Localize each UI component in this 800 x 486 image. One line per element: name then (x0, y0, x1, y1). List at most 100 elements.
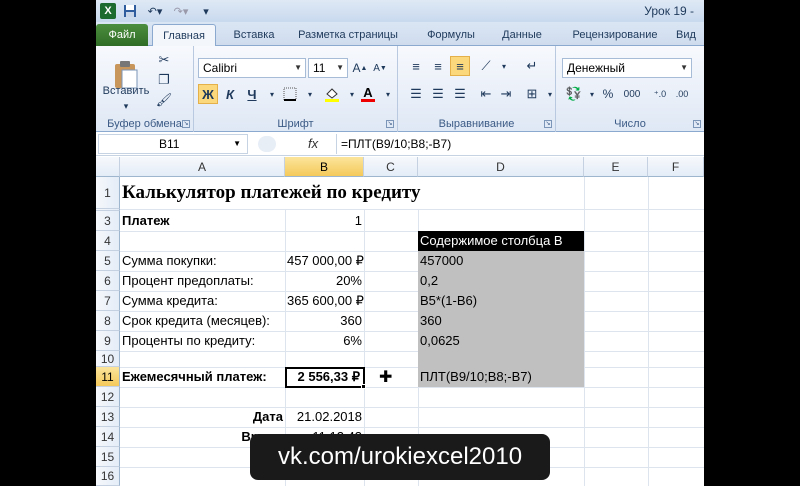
cell-a11[interactable]: Ежемесячный платеж: (120, 367, 269, 387)
name-box[interactable]: B11 ▼ (98, 134, 248, 154)
number-dialog-launcher-icon[interactable]: ↘ (693, 120, 701, 128)
underline-dropdown-icon[interactable]: ▾ (262, 84, 282, 104)
cell-d6[interactable]: 0,2 (418, 271, 440, 291)
orientation-icon[interactable]: ⟋ (476, 56, 496, 76)
bold-button[interactable]: Ж (198, 84, 218, 104)
borders-icon[interactable] (280, 84, 300, 104)
grow-font-icon[interactable]: A ▲ (350, 58, 370, 78)
cell-a7[interactable]: Сумма кредита: (120, 291, 220, 311)
cell-b9[interactable]: 6% (285, 331, 364, 351)
tab-insert[interactable]: Вставка (224, 24, 284, 46)
cell-b8[interactable]: 360 (285, 311, 364, 331)
column-header-a[interactable]: A (120, 157, 285, 177)
insert-function-button[interactable]: fx (308, 136, 318, 151)
row-header-12[interactable]: 12 (96, 387, 120, 407)
tab-page-layout[interactable]: Разметка страницы (290, 24, 406, 46)
increase-indent-icon[interactable]: ⇥ (496, 84, 516, 104)
row-header-11[interactable]: 11 (96, 367, 120, 387)
font-dialog-launcher-icon[interactable]: ↘ (386, 120, 394, 128)
cell-d5[interactable]: 457000 (418, 251, 465, 271)
cell-b13[interactable]: 21.02.2018 (285, 407, 364, 427)
cell-a3[interactable]: Платеж (120, 211, 171, 231)
tab-file[interactable]: Файл (96, 24, 148, 46)
row-header-7[interactable]: 7 (96, 291, 120, 311)
formula-input[interactable]: =ПЛТ(B9/10;B8;-B7) (336, 134, 702, 154)
underline-button[interactable]: Ч (242, 84, 262, 104)
alignment-dialog-launcher-icon[interactable]: ↘ (544, 120, 552, 128)
format-painter-icon[interactable]: 🖌 (154, 90, 174, 110)
row-header-4[interactable]: 4 (96, 231, 120, 251)
column-header-e[interactable]: E (584, 157, 648, 177)
shrink-font-icon[interactable]: A ▼ (370, 58, 390, 78)
font-color-dropdown-icon[interactable]: ▾ (378, 84, 398, 104)
align-middle-icon[interactable]: ≡ (428, 56, 448, 76)
cell-d8[interactable]: 360 (418, 311, 444, 331)
redo-icon[interactable]: ↷▾ (170, 3, 192, 19)
row-header-9[interactable]: 9 (96, 331, 120, 351)
column-header-c[interactable]: C (364, 157, 418, 177)
decrease-indent-icon[interactable]: ⇤ (476, 84, 496, 104)
row-header-16[interactable]: 16 (96, 467, 120, 486)
tab-view[interactable]: Вид (676, 24, 704, 46)
customize-toolbar-icon[interactable]: ▾ (200, 3, 212, 19)
cell-d11[interactable]: ПЛТ(B9/10;B8;-B7) (418, 367, 534, 387)
cell-d7[interactable]: B5*(1-B6) (418, 291, 479, 311)
clipboard-dialog-launcher-icon[interactable]: ↘ (182, 120, 190, 128)
tab-data[interactable]: Данные (492, 24, 552, 46)
row-header-8[interactable]: 8 (96, 311, 120, 331)
column-header-b[interactable]: B (285, 157, 364, 177)
italic-button[interactable]: К (220, 84, 240, 104)
fill-color-icon[interactable] (322, 84, 342, 104)
row-header-1[interactable]: 1 (96, 177, 120, 209)
percent-style-button[interactable]: % (598, 84, 618, 104)
paste-label[interactable]: Вставить (100, 84, 152, 98)
cell-a9[interactable]: Проценты по кредиту: (120, 331, 257, 351)
align-bottom-icon[interactable]: ≡ (450, 56, 470, 76)
align-center-icon[interactable]: ☰ (428, 84, 448, 104)
select-all-corner[interactable] (96, 157, 120, 177)
row-header-14[interactable]: 14 (96, 427, 120, 447)
currency-format-icon[interactable]: 💱 (564, 84, 584, 104)
cell-b6[interactable]: 20% (285, 271, 364, 291)
fill-handle[interactable] (361, 384, 366, 389)
wrap-text-icon[interactable]: ↵ (522, 56, 542, 76)
cell-d9[interactable]: 0,0625 (418, 331, 462, 351)
row-header-3[interactable]: 3 (96, 211, 120, 231)
cut-icon[interactable]: ✂ (154, 50, 174, 70)
cell-a5[interactable]: Сумма покупки: (120, 251, 219, 271)
merge-center-icon[interactable]: ⊞ (522, 84, 542, 104)
cell-a8[interactable]: Срок кредита (месяцев): (120, 311, 272, 331)
paste-dropdown-icon[interactable]: ▾ (116, 100, 136, 112)
row-header-10[interactable]: 10 (96, 351, 120, 367)
row-header-6[interactable]: 6 (96, 271, 120, 291)
number-format-combo[interactable]: Денежный ▼ (562, 58, 692, 78)
cell-a1[interactable]: Калькулятор платежей по кредиту (120, 177, 423, 209)
font-color-icon[interactable]: A (358, 84, 378, 104)
row-header-13[interactable]: 13 (96, 407, 120, 427)
tab-formulas[interactable]: Формулы (416, 24, 486, 46)
orientation-dropdown-icon[interactable]: ▾ (494, 56, 514, 76)
copy-icon[interactable]: ❐ (154, 70, 174, 90)
borders-dropdown-icon[interactable]: ▾ (300, 84, 320, 104)
tab-home[interactable]: Главная (152, 24, 216, 46)
column-header-d[interactable]: D (418, 157, 584, 177)
tab-review[interactable]: Рецензирование (560, 24, 670, 46)
cell-b7[interactable]: 365 600,00 ₽ (285, 291, 364, 311)
column-header-f[interactable]: F (648, 157, 704, 177)
thousands-separator-button[interactable]: 000 (620, 84, 644, 104)
row-header-15[interactable]: 15 (96, 447, 120, 467)
font-size-combo[interactable]: 11 ▼ (308, 58, 348, 78)
align-left-icon[interactable]: ☰ (406, 84, 426, 104)
increase-decimal-icon[interactable]: ⁺.0 (650, 84, 670, 104)
row-header-5[interactable]: 5 (96, 251, 120, 271)
align-top-icon[interactable]: ≡ (406, 56, 426, 76)
cell-b3[interactable]: 1 (285, 211, 364, 231)
font-name-combo[interactable]: Calibri ▼ (198, 58, 306, 78)
cell-a13[interactable]: Дата (120, 407, 285, 427)
undo-icon[interactable]: ↶▾ (144, 3, 166, 19)
cell-b5[interactable]: 457 000,00 ₽ (285, 251, 364, 271)
save-icon[interactable] (122, 3, 138, 19)
cell-d4[interactable]: Содержимое столбца B (418, 231, 584, 251)
decrease-decimal-icon[interactable]: .00 (672, 84, 692, 104)
align-right-icon[interactable]: ☰ (450, 84, 470, 104)
